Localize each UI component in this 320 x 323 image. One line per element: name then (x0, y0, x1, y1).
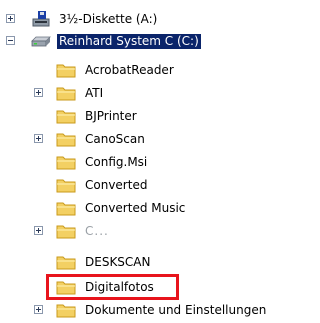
tree-item-label: BJPrinter (85, 109, 137, 123)
tree-item-folder[interactable]: C... (0, 221, 289, 243)
tree-item-label: Converted Music (85, 201, 186, 215)
tree-item-folder[interactable]: Converted Music (0, 198, 289, 220)
tree-item-folder[interactable]: BJPrinter (0, 106, 289, 128)
tree-item-folder[interactable]: AcrobatReader (0, 60, 289, 82)
hard-drive-icon (31, 36, 51, 47)
expand-button[interactable] (34, 305, 43, 314)
tree-item-floppy[interactable]: 3½-Diskette (A:) (0, 9, 289, 31)
tree-item-folder[interactable]: DESKSCAN (0, 252, 289, 274)
folder-tree: 3½-Diskette (A:) Reinhard System C (C:) … (0, 0, 289, 323)
floppy-drive-icon (32, 11, 50, 27)
collapse-button[interactable] (6, 36, 15, 45)
folder-icon (56, 133, 76, 147)
tree-item-label: CanoScan (85, 132, 145, 146)
folder-icon (56, 304, 76, 318)
expand-button[interactable] (6, 14, 15, 23)
tree-item-folder[interactable]: ATI (0, 83, 289, 105)
tree-item-folder[interactable]: Dokumente und Einstellungen (0, 300, 289, 322)
tree-item-folder[interactable]: Config.Msi (0, 152, 289, 174)
folder-icon (56, 256, 76, 270)
folder-icon (56, 110, 76, 124)
folder-icon (56, 87, 76, 101)
folder-icon (56, 64, 76, 78)
folder-icon (56, 179, 76, 193)
tree-item-label: AcrobatReader (85, 63, 174, 77)
tree-item-label: Dokumente und Einstellungen (85, 303, 267, 317)
tree-item-folder[interactable]: CanoScan (0, 129, 289, 151)
expand-button[interactable] (34, 134, 43, 143)
tree-item-label: Reinhard System C (C:) (57, 34, 201, 49)
expand-button[interactable] (34, 226, 43, 235)
tree-item-folder[interactable]: Converted (0, 175, 289, 197)
tree-item-label: Config.Msi (85, 155, 148, 169)
folder-icon (56, 202, 76, 216)
highlight-box (46, 274, 179, 300)
tree-item-label: DESKSCAN (85, 255, 151, 269)
expand-button[interactable] (34, 88, 43, 97)
tree-item-label: ATI (85, 86, 104, 100)
tree-item-label: Converted (85, 178, 148, 192)
tree-item-drive-c[interactable]: Reinhard System C (C:) (0, 31, 289, 53)
tree-item-label-obscured: C... (85, 224, 109, 238)
folder-icon (56, 225, 76, 239)
tree-item-label: 3½-Diskette (A:) (59, 12, 158, 26)
folder-icon (56, 156, 76, 170)
